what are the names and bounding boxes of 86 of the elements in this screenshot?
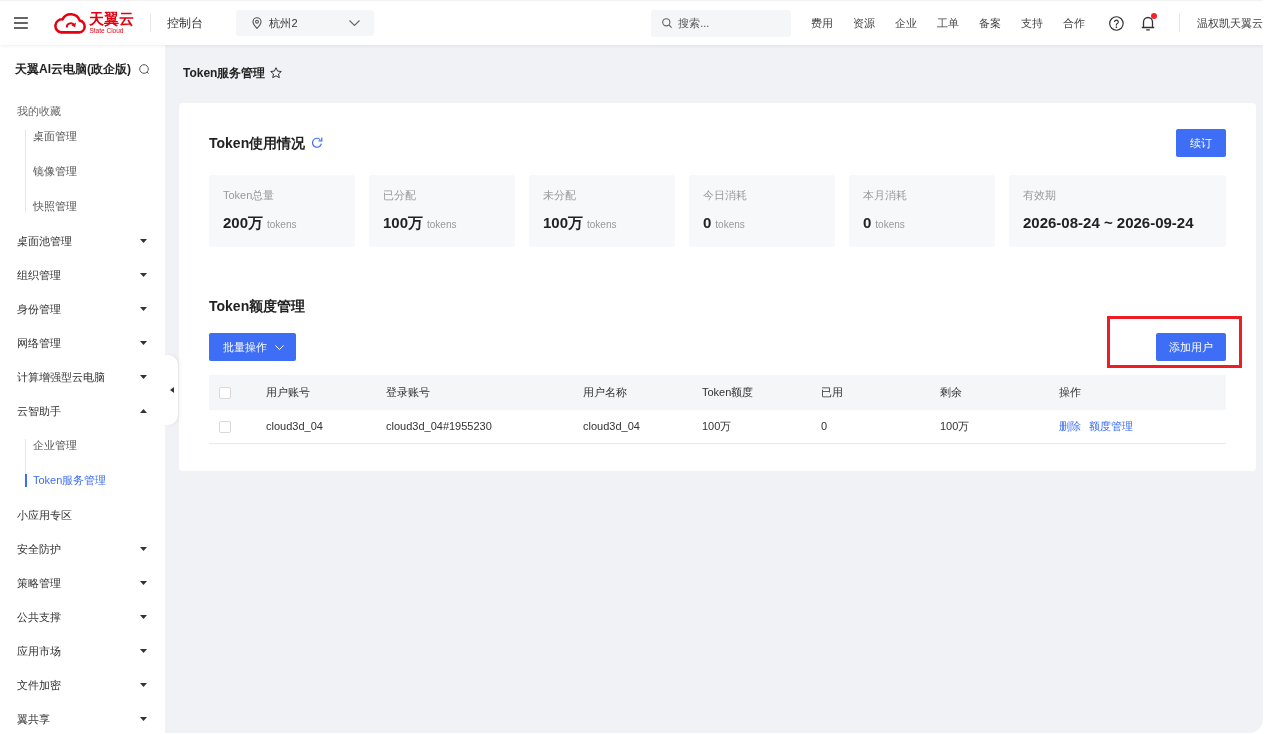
- stat-value: 2026-08-24 ~ 2026-09-24: [1023, 213, 1194, 232]
- sidebar-item[interactable]: 文件加密: [0, 668, 165, 702]
- sidebar-item[interactable]: 公共支撑: [0, 600, 165, 634]
- sidebar-item[interactable]: 快照管理: [25, 189, 155, 224]
- sidebar-item[interactable]: 策略管理: [0, 566, 165, 600]
- table-cell-text: 100万: [940, 419, 970, 435]
- stat-value: 0: [703, 213, 712, 232]
- stat-label: 本月消耗: [863, 188, 907, 203]
- active-indicator: [25, 474, 27, 487]
- bulk-actions-button[interactable]: 批量操作: [209, 333, 296, 361]
- sidebar-item[interactable]: Token服务管理: [25, 463, 155, 498]
- action-link[interactable]: 删除: [1059, 418, 1081, 435]
- stat-label: 有效期: [1023, 188, 1056, 203]
- stat-label: 已分配: [383, 188, 416, 203]
- sidebar-item[interactable]: 企业管理: [25, 428, 155, 463]
- section-title: Token额度管理: [209, 296, 306, 316]
- chevron-down-icon: [349, 20, 361, 26]
- sidebar-heading: 我的收藏: [17, 103, 61, 119]
- table-cell-text: 0: [821, 419, 828, 435]
- row-checkbox[interactable]: [219, 420, 231, 433]
- stat-unit: tokens: [427, 218, 457, 232]
- stat-unit: tokens: [875, 218, 905, 232]
- cloud-logo-icon: [52, 12, 87, 34]
- table-cell-text: cloud3d_04: [266, 419, 323, 435]
- refresh-icon[interactable]: [311, 137, 324, 149]
- page-title: Token服务管理: [183, 65, 266, 82]
- nav-link[interactable]: 资源: [853, 14, 876, 32]
- add-user-button[interactable]: 添加用户: [1156, 333, 1226, 361]
- menu-icon[interactable]: [14, 17, 28, 29]
- console-title: 控制台: [167, 15, 204, 32]
- sidebar-item[interactable]: 桌面池管理: [0, 224, 165, 258]
- help-icon[interactable]: [1109, 15, 1124, 31]
- sidebar-item[interactable]: 网络管理: [0, 326, 165, 360]
- action-link[interactable]: 额度管理: [1089, 418, 1133, 435]
- table-cell-text: cloud3d_04#1955230: [386, 419, 492, 435]
- location-pin-icon: [252, 17, 263, 29]
- user-name[interactable]: 温权凯天翼云: [1197, 14, 1263, 32]
- nav-link[interactable]: 备案: [979, 14, 1002, 32]
- logo-text: 天翼云: [89, 11, 135, 27]
- nav-link[interactable]: 合作: [1063, 14, 1086, 32]
- region-select[interactable]: 杭州2: [236, 10, 375, 36]
- renew-button[interactable]: 续订: [1176, 129, 1226, 157]
- stat-label: Token总量: [223, 188, 275, 203]
- nav-link[interactable]: 企业: [895, 14, 918, 32]
- star-icon[interactable]: [270, 67, 283, 79]
- sidebar-item[interactable]: 翼共享: [0, 702, 165, 733]
- nav-link[interactable]: 支持: [1021, 14, 1044, 32]
- sidebar-item[interactable]: 身份管理: [0, 292, 165, 326]
- stat-label: 未分配: [543, 188, 576, 203]
- column-header: Token额度: [702, 385, 754, 401]
- column-header: 已用: [821, 385, 843, 401]
- stat-unit: tokens: [267, 218, 297, 232]
- search-icon: [662, 18, 673, 28]
- column-header: 登录账号: [386, 385, 430, 401]
- search-icon[interactable]: [139, 64, 149, 74]
- column-header: 用户账号: [266, 385, 310, 401]
- sidebar-item[interactable]: 桌面管理: [25, 119, 155, 154]
- stat-unit: tokens: [587, 218, 617, 232]
- column-header: 剩余: [940, 385, 962, 401]
- column-header: 用户名称: [583, 385, 627, 401]
- search-field[interactable]: 搜索...: [651, 9, 792, 37]
- column-header: 操作: [1059, 385, 1081, 401]
- sidebar-item[interactable]: 组织管理: [0, 258, 165, 292]
- stat-value: 100万: [543, 213, 584, 232]
- sidebar-title: 天翼AI云电脑(政企版): [15, 61, 131, 78]
- sidebar-item[interactable]: 云智助手: [0, 394, 165, 428]
- nav-link[interactable]: 费用: [811, 14, 834, 32]
- stat-value: 200万: [223, 213, 264, 232]
- stat-label: 今日消耗: [703, 188, 747, 203]
- select-all-checkbox[interactable]: [219, 386, 231, 399]
- sidebar-item[interactable]: 镜像管理: [25, 154, 155, 189]
- table-cell-text: cloud3d_04: [583, 419, 640, 435]
- sidebar-item[interactable]: 计算增强型云电脑: [0, 360, 165, 394]
- section-title: Token使用情况: [209, 133, 306, 153]
- stat-value: 100万: [383, 213, 424, 232]
- stat-unit: tokens: [715, 218, 745, 232]
- bell-icon[interactable]: [1141, 15, 1155, 31]
- chevron-down-icon: [275, 344, 284, 350]
- table-cell-text: 100万: [702, 419, 732, 435]
- sidebar-item[interactable]: 应用市场: [0, 634, 165, 668]
- stat-value: 0: [863, 213, 872, 232]
- caret-left-icon: [169, 387, 174, 393]
- collapse-handle[interactable]: [165, 355, 178, 425]
- nav-link[interactable]: 工单: [937, 14, 960, 32]
- sidebar-item[interactable]: 小应用专区: [0, 498, 165, 532]
- sidebar-item[interactable]: 安全防护: [0, 532, 165, 566]
